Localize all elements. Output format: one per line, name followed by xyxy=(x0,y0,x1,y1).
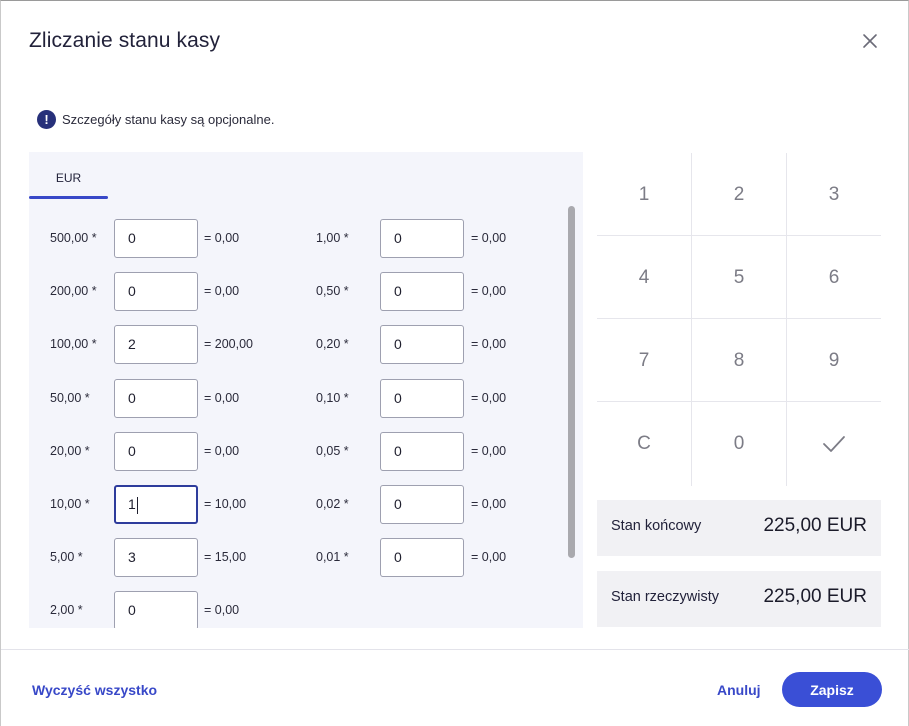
denomination-subtotal: = 200,00 xyxy=(204,337,254,352)
denomination-count-input[interactable]: 0 xyxy=(114,272,198,312)
denomination-count-value: 0 xyxy=(394,389,402,406)
save-button[interactable]: Zapisz xyxy=(782,672,882,707)
denomination-label: 0,02 * xyxy=(316,497,349,511)
keypad-key-8[interactable]: 8 xyxy=(692,319,786,402)
denomination-count-value: 0 xyxy=(394,336,402,353)
denomination-count-value: 0 xyxy=(128,283,136,300)
denomination-label: 50,00 * xyxy=(50,390,90,405)
tab-active-indicator xyxy=(29,196,108,199)
denomination-count-value: 0 xyxy=(394,230,402,246)
denomination-count-input[interactable]: 0 xyxy=(114,378,198,418)
denomination-subtotal: = 0,00 xyxy=(471,390,507,405)
denomination-count-value: 0 xyxy=(128,602,136,619)
denomination-subtotal: = 0,00 xyxy=(471,284,507,299)
keypad-key-3[interactable]: 3 xyxy=(787,153,881,236)
numeric-keypad: 123 456 789 C0 xyxy=(597,153,881,486)
info-message: ! Szczegóły stanu kasy są opcjonalne. xyxy=(37,110,274,129)
denomination-label: 200,00 * xyxy=(50,284,97,299)
denomination-label: 100,00 * xyxy=(50,337,97,352)
denomination-label: 20,00 * xyxy=(50,443,90,458)
denomination-count-value: 0 xyxy=(394,496,402,512)
info-text: Szczegóły stanu kasy są opcjonalne. xyxy=(62,112,275,127)
denomination-count-input[interactable]: 0 xyxy=(380,485,464,524)
clear-all-button[interactable]: Wyczyść wszystko xyxy=(32,682,157,698)
denomination-label: 500,00 * xyxy=(50,231,97,245)
actual-balance-label: Stan rzeczywisty xyxy=(611,589,719,605)
denomination-count-input[interactable]: 3 xyxy=(114,538,198,578)
keypad-key-6[interactable]: 6 xyxy=(787,236,881,319)
denomination-subtotal: = 0,00 xyxy=(204,390,240,405)
denomination-count-value: 0 xyxy=(128,442,136,459)
denomination-subtotal: = 0,00 xyxy=(204,603,240,618)
denomination-count-value: 2 xyxy=(128,336,136,353)
denomination-label: 10,00 * xyxy=(50,497,90,511)
denomination-subtotal: = 10,00 xyxy=(204,497,247,511)
denomination-count-input[interactable]: 0 xyxy=(380,272,464,312)
denomination-label: 0,01 * xyxy=(316,550,349,565)
denomination-label: 0,10 * xyxy=(316,390,349,405)
denomination-count-input[interactable]: 0 xyxy=(380,378,464,418)
close-icon[interactable] xyxy=(859,30,881,52)
denomination-label: 0,05 * xyxy=(316,443,349,458)
footer-divider xyxy=(1,649,909,650)
denomination-count-value: 0 xyxy=(128,230,136,246)
denomination-label: 5,00 * xyxy=(50,550,83,565)
keypad-key-5[interactable]: 5 xyxy=(692,236,786,319)
keypad-key-9[interactable]: 9 xyxy=(787,319,881,402)
denomination-count-value: 1 xyxy=(128,496,136,512)
denomination-subtotal: = 0,00 xyxy=(471,443,507,458)
keypad-key-1[interactable]: 1 xyxy=(597,153,691,236)
denomination-subtotal: = 15,00 xyxy=(204,550,247,565)
denomination-count-input[interactable]: 0 xyxy=(380,431,464,471)
check-icon xyxy=(823,435,845,452)
denomination-count-value: 0 xyxy=(394,549,402,566)
denomination-count-input[interactable]: 0 xyxy=(380,325,464,365)
denomination-count-input[interactable]: 0 xyxy=(380,538,464,578)
denomination-label: 1,00 * xyxy=(316,231,349,245)
denomination-count-input[interactable]: 0 xyxy=(114,591,198,628)
denomination-count-value: 3 xyxy=(128,549,136,566)
keypad-clear-button[interactable]: C xyxy=(597,402,691,485)
denomination-label: 0,20 * xyxy=(316,337,349,352)
end-balance-label: Stan końcowy xyxy=(611,518,702,534)
keypad-key-7[interactable]: 7 xyxy=(597,319,691,402)
denomination-count-input[interactable]: 0 xyxy=(114,219,198,258)
keypad-confirm-button[interactable] xyxy=(787,402,881,485)
denomination-label: 2,00 * xyxy=(50,603,83,618)
denomination-label: 0,50 * xyxy=(316,284,349,299)
text-caret xyxy=(136,496,138,514)
denomination-subtotal: = 0,00 xyxy=(471,497,507,511)
denomination-count-value: 0 xyxy=(394,442,402,459)
end-balance-value: 225,00 EUR xyxy=(763,515,867,536)
end-balance-summary: Stan końcowy 225,00 EUR xyxy=(597,500,881,556)
denomination-subtotal: = 0,00 xyxy=(204,231,240,245)
keypad-key-2[interactable]: 2 xyxy=(692,153,786,236)
denominations-panel: EUR 500,00 * 0 = 0,00 200,00 * 0 = 0,00 100,00… xyxy=(29,152,583,628)
denomination-count-input[interactable]: 0 xyxy=(380,219,464,258)
denomination-subtotal: = 0,00 xyxy=(471,337,507,352)
exclamation-icon: ! xyxy=(37,110,56,129)
denomination-subtotal: = 0,00 xyxy=(204,443,240,458)
denomination-subtotal: = 0,00 xyxy=(471,550,507,565)
cash-count-dialog: Zliczanie stanu kasy ! Szczegóły stanu k… xyxy=(0,0,909,726)
denomination-count-input[interactable]: 0 xyxy=(114,431,198,471)
cancel-button[interactable]: Anuluj xyxy=(717,682,761,698)
denomination-subtotal: = 0,00 xyxy=(471,231,507,245)
actual-balance-summary: Stan rzeczywisty 225,00 EUR xyxy=(597,571,881,627)
denomination-subtotal: = 0,00 xyxy=(204,284,240,299)
denomination-count-input[interactable]: 1 xyxy=(114,485,198,524)
denomination-count-value: 0 xyxy=(394,283,402,300)
keypad-key-4[interactable]: 4 xyxy=(597,236,691,319)
keypad-key-0[interactable]: 0 xyxy=(692,402,786,485)
actual-balance-value: 225,00 EUR xyxy=(763,586,867,607)
denomination-count-input[interactable]: 2 xyxy=(114,325,198,365)
scrollbar[interactable] xyxy=(568,206,575,558)
tab-eur[interactable]: EUR xyxy=(29,152,108,199)
dialog-title: Zliczanie stanu kasy xyxy=(29,29,221,52)
denomination-count-value: 0 xyxy=(128,389,136,406)
